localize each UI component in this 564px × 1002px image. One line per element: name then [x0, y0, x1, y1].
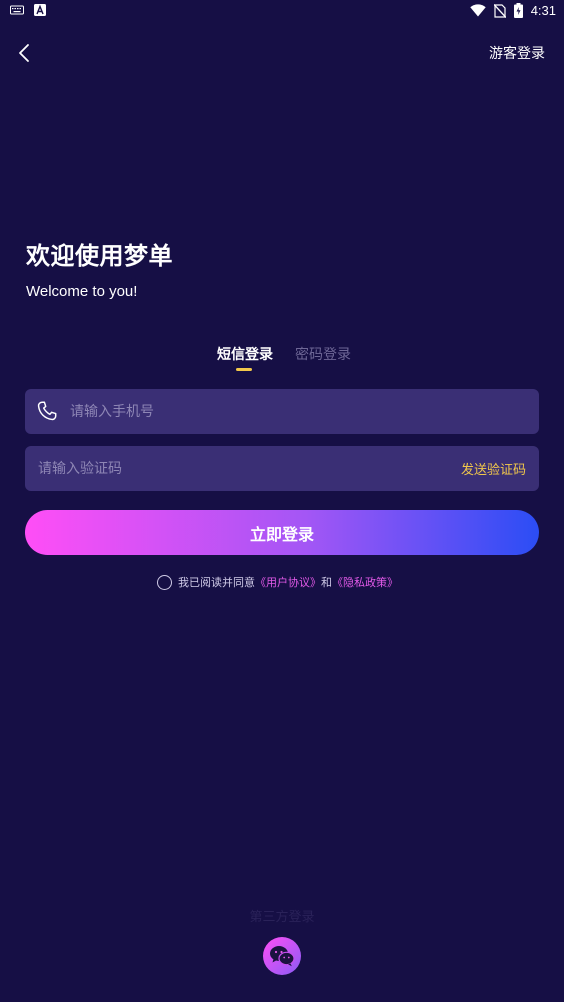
user-agreement-link[interactable]: 《用户协议》	[255, 574, 321, 590]
active-tab-indicator	[236, 368, 252, 371]
a-icon	[34, 4, 46, 16]
tab-sms-login[interactable]: 短信登录	[217, 344, 273, 364]
status-time: 4:31	[530, 3, 556, 18]
privacy-policy-link[interactable]: 《隐私政策》	[332, 574, 398, 590]
back-button[interactable]	[12, 40, 36, 66]
chevron-left-icon	[19, 44, 29, 62]
status-bar-left	[10, 4, 46, 16]
welcome-subtitle: Welcome to you!	[26, 283, 138, 300]
verification-code-field: 发送验证码	[25, 446, 539, 491]
keyboard-icon	[10, 5, 24, 15]
battery-charging-icon	[513, 3, 523, 18]
guest-login-button[interactable]: 游客登录	[489, 43, 545, 63]
agreement-conjunction: 和	[321, 576, 332, 589]
wechat-icon	[270, 946, 295, 967]
wifi-icon	[469, 4, 486, 17]
no-sim-icon	[493, 3, 506, 18]
verification-code-input[interactable]	[38, 446, 438, 491]
wechat-login-button[interactable]	[263, 937, 301, 975]
third-party-label: 第三方登录	[249, 910, 315, 925]
agreement-row: 我已阅读并同意 《用户协议》 和 《隐私政策》	[157, 574, 398, 590]
agreement-prefix: 我已阅读并同意	[178, 576, 255, 589]
tab-password-login[interactable]: 密码登录	[295, 344, 351, 364]
phone-input[interactable]	[70, 389, 510, 434]
status-bar: 4:31	[0, 0, 564, 24]
phone-field	[25, 389, 539, 434]
welcome-title: 欢迎使用梦单	[26, 242, 173, 270]
login-button[interactable]: 立即登录	[25, 510, 539, 555]
status-bar-right: 4:31	[469, 3, 556, 18]
top-bar: 游客登录	[0, 36, 564, 70]
agreement-checkbox[interactable]	[157, 574, 172, 590]
send-code-button[interactable]: 发送验证码	[461, 459, 526, 478]
phone-icon	[37, 401, 57, 421]
